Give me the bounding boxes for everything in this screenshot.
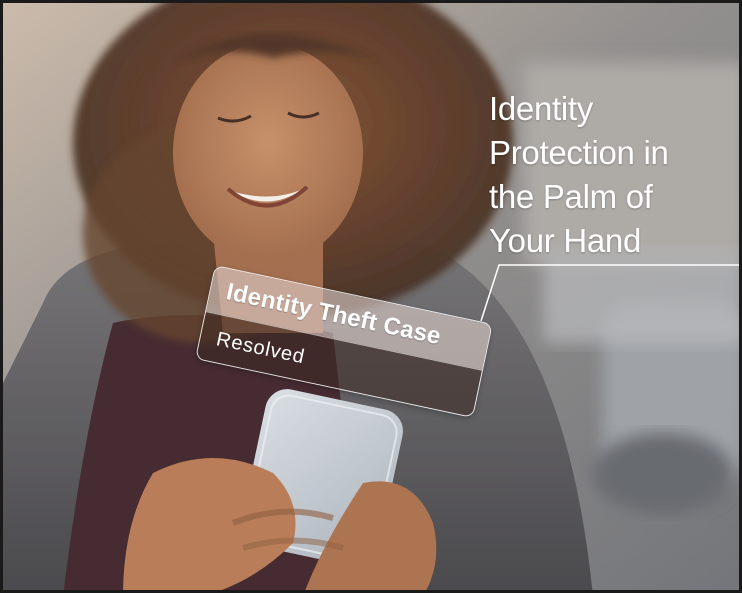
headline-line-4: Your Hand bbox=[489, 222, 642, 259]
headline-line-1: Identity bbox=[489, 90, 593, 127]
headline: Identity Protection in the Palm of Your … bbox=[489, 87, 729, 263]
headline-line-3: the Palm of bbox=[489, 178, 653, 215]
hero-image-frame: Identity Protection in the Palm of Your … bbox=[0, 0, 742, 593]
headline-line-2: Protection in bbox=[489, 134, 669, 171]
